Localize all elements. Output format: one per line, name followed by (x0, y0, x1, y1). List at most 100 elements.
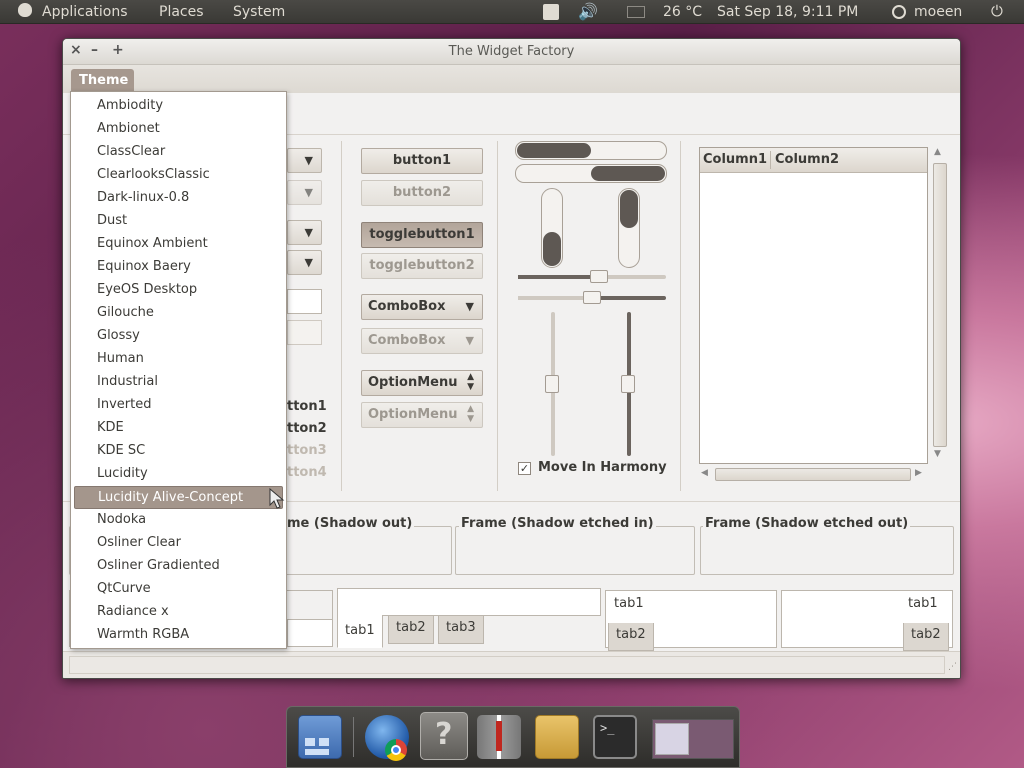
left-entry-2[interactable] (287, 320, 322, 345)
theme-menu-item[interactable]: Inverted (74, 394, 283, 417)
tree-view[interactable]: Column1 Column2 (699, 147, 928, 464)
radio-label-1[interactable]: tton1 (287, 399, 327, 414)
radio-label-2[interactable]: tton2 (287, 421, 327, 436)
theme-menu-item[interactable]: Osliner Clear (74, 532, 283, 555)
hscale-1-thumb[interactable] (590, 270, 609, 283)
volume-icon[interactable]: 🔊 (578, 2, 598, 21)
scroll-right-icon[interactable]: ▶ (915, 468, 922, 478)
hscale-2[interactable] (518, 291, 666, 304)
radio-label-4[interactable]: tton4 (287, 465, 327, 480)
vscale-2-thumb[interactable] (621, 375, 635, 393)
vscroll-thumb[interactable] (933, 163, 947, 447)
separator-3 (680, 141, 681, 491)
vscale-2[interactable] (621, 312, 635, 456)
button1[interactable]: button1 (361, 148, 483, 174)
theme-menu-item[interactable]: QtCurve (74, 578, 283, 601)
system-menu[interactable]: System (233, 4, 285, 20)
theme-menu-item[interactable]: Equinox Ambient (74, 233, 283, 256)
tabset1-tab3[interactable]: tab3 (438, 615, 484, 644)
combobox-1[interactable]: ComboBox ▼ (361, 294, 483, 320)
theme-menu-item[interactable]: Gilouche (74, 302, 283, 325)
hscale-2-thumb[interactable] (583, 291, 601, 304)
tabset2-tab2[interactable]: tab2 (608, 623, 654, 651)
theme-menu-item[interactable]: Ambionet (74, 118, 283, 141)
optionmenu-2[interactable]: OptionMenu ▲ ▼ (361, 402, 483, 428)
theme-menu-item[interactable]: KDE (74, 417, 283, 440)
vprogress-1-fill (543, 231, 561, 266)
user-name[interactable]: moeen (914, 4, 962, 20)
left-combo-1[interactable]: ▼ (287, 148, 322, 173)
theme-menu-item[interactable]: Lucidity (74, 463, 283, 486)
column1-header[interactable]: Column1 (703, 152, 767, 167)
tabset3-tab1[interactable]: tab1 (908, 596, 938, 611)
left-entry-1[interactable] (287, 289, 322, 314)
move-in-harmony-label[interactable]: Move In Harmony (538, 460, 667, 475)
theme-menu-item[interactable]: Osliner Gradiented (74, 555, 283, 578)
updown-icon: ▲ ▼ (467, 404, 474, 424)
chrome-browser-icon[interactable] (365, 715, 409, 761)
vscale-1-thumb[interactable] (545, 375, 559, 393)
tabset2-tab1[interactable]: tab1 (614, 596, 644, 611)
tabset3-tab2[interactable]: tab2 (903, 623, 949, 651)
theme-menu-item[interactable]: Ambiodity (74, 95, 283, 118)
theme-menu-item[interactable]: KDE SC (74, 440, 283, 463)
resize-grip-icon[interactable]: ⋰ (948, 662, 957, 672)
window-thumbnail[interactable] (652, 719, 734, 759)
theme-menu-item[interactable]: Human (74, 348, 283, 371)
hscale-1[interactable] (518, 270, 666, 283)
left-combo-2[interactable]: ▼ (287, 180, 322, 205)
dock: ? >_ (286, 706, 740, 768)
togglebutton1[interactable]: togglebutton1 (361, 222, 483, 248)
hscroll-thumb[interactable] (715, 468, 911, 481)
left-combo-4[interactable]: ▼ (287, 250, 322, 275)
theme-menu-item[interactable]: Industrial (74, 371, 283, 394)
scroll-up-icon[interactable]: ▲ (934, 147, 941, 157)
radio-label-3[interactable]: tton3 (287, 443, 327, 458)
tabset1-tab2[interactable]: tab2 (388, 615, 434, 644)
togglebutton2[interactable]: togglebutton2 (361, 253, 483, 279)
tree-vscrollbar[interactable]: ▲ ▼ (932, 147, 948, 463)
theme-menu-item[interactable]: Equinox Baery (74, 256, 283, 279)
theme-menu-item[interactable]: Dust (74, 210, 283, 233)
tree-hscrollbar[interactable]: ◀ ▶ (699, 467, 928, 483)
button2[interactable]: button2 (361, 180, 483, 206)
help-icon[interactable]: ? (420, 712, 468, 760)
terminal-icon[interactable]: >_ (593, 715, 637, 759)
scroll-left-icon[interactable]: ◀ (701, 468, 708, 478)
theme-menu-item[interactable]: Warmth RGBA (74, 624, 283, 647)
window-titlebar[interactable]: × – + The Widget Factory (63, 39, 960, 65)
scroll-down-icon[interactable]: ▼ (934, 449, 941, 459)
vscale-1[interactable] (545, 312, 559, 456)
theme-menu-item[interactable]: ClassClear (74, 141, 283, 164)
theme-menu-item[interactable]: Nodoka (74, 509, 283, 532)
folder-icon[interactable] (535, 715, 579, 759)
theme-menu-item[interactable]: EyeOS Desktop (74, 279, 283, 302)
tabset1-tab1[interactable]: tab1 (337, 615, 383, 648)
statusbar-field (69, 656, 945, 674)
move-in-harmony-checkbox[interactable]: ✓ (518, 462, 531, 475)
column2-header[interactable]: Column2 (775, 152, 839, 167)
desktop-icon[interactable] (298, 715, 342, 759)
theme-menu-item[interactable]: Glossy (74, 325, 283, 348)
weather-text[interactable]: 26 °C (663, 4, 702, 20)
vprogress-2 (618, 188, 640, 268)
theme-menu-button[interactable]: Theme (71, 69, 134, 93)
mail-icon[interactable] (627, 6, 645, 18)
gnome-foot-icon[interactable] (18, 3, 32, 21)
theme-menu-item[interactable]: Lucidity Alive-Concept (74, 486, 283, 509)
combobox-2[interactable]: ComboBox ▼ (361, 328, 483, 354)
applications-menu[interactable]: Applications (42, 4, 128, 20)
theme-menu-item[interactable]: Radiance x (74, 601, 283, 624)
clock-text[interactable]: Sat Sep 18, 9:11 PM (717, 4, 858, 20)
left-combo-3[interactable]: ▼ (287, 220, 322, 245)
optionmenu-1[interactable]: OptionMenu ▲ ▼ (361, 370, 483, 396)
theme-dropdown-menu: Ambiodity Ambionet ClassClear ClearlooksCla… (70, 91, 287, 649)
theme-menu-item[interactable]: ClearlooksClassic (74, 164, 283, 187)
power-icon[interactable]: ⏻ (991, 2, 1003, 20)
frame-shadow-out-label: me (Shadow out) (285, 516, 415, 531)
theme-menu-item[interactable]: Dark-linux-0.8 (74, 187, 283, 210)
tie-icon[interactable] (477, 715, 521, 759)
dropbox-icon[interactable] (543, 4, 559, 20)
places-menu[interactable]: Places (159, 4, 204, 20)
user-icon[interactable] (892, 5, 906, 19)
